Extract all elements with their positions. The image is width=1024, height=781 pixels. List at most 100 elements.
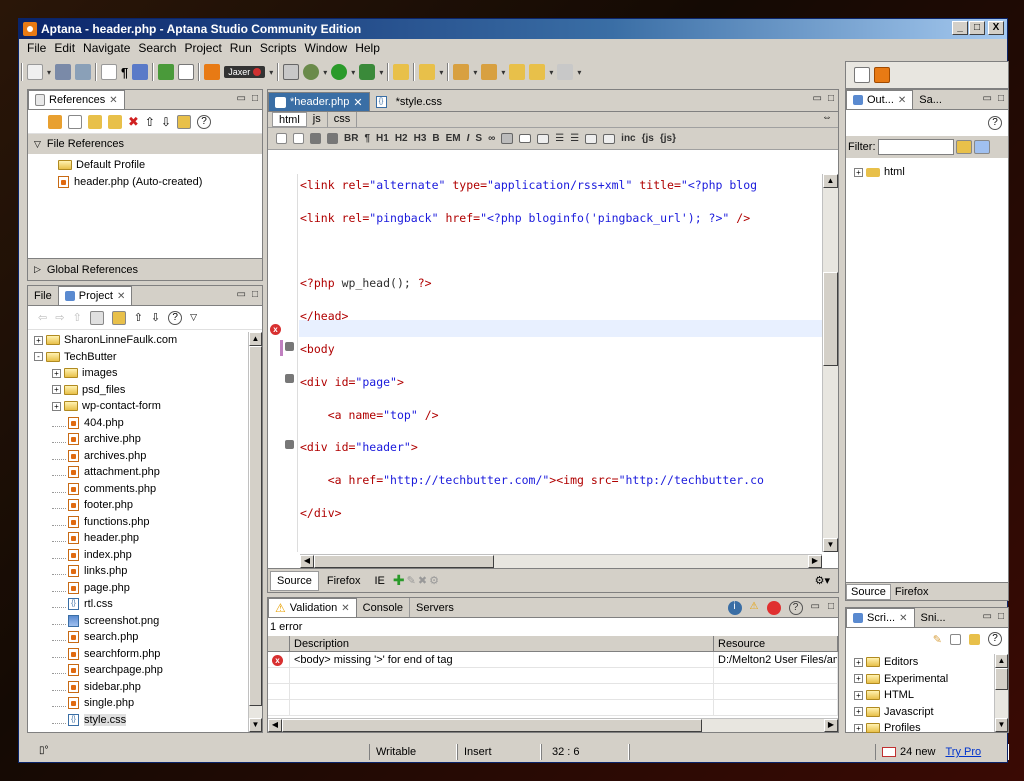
h2-button[interactable]: H2 xyxy=(395,133,408,144)
link-editor-icon[interactable] xyxy=(111,310,126,325)
grid-icon[interactable] xyxy=(132,64,149,80)
sync-icon[interactable]: ⇔ xyxy=(822,112,832,127)
menu-help[interactable]: Help xyxy=(351,41,384,55)
tree-file[interactable]: single.php xyxy=(34,695,246,712)
code-line[interactable]: <div id="page"> xyxy=(300,375,404,389)
tree-folder[interactable]: + Javascript xyxy=(854,704,992,721)
mail-icon[interactable] xyxy=(519,134,532,143)
menu-scripts[interactable]: Scripts xyxy=(256,41,301,55)
delete-icon[interactable]: ✖ xyxy=(128,114,139,130)
tab-outline[interactable]: Out... ✕ xyxy=(846,90,914,109)
code-editor[interactable]: <link rel="alternate" type="application/… xyxy=(300,174,822,552)
back-icon[interactable] xyxy=(509,64,526,80)
paragraph-button[interactable]: ¶ xyxy=(364,133,370,144)
maximize-button[interactable]: □ xyxy=(969,21,985,35)
minimize-view-icon[interactable]: ▭ xyxy=(983,611,992,622)
image-icon[interactable] xyxy=(501,133,514,144)
collapse-icon[interactable]: - xyxy=(34,352,43,362)
pilcrow-icon[interactable]: ¶ xyxy=(121,65,128,80)
minimize-view-icon[interactable]: ▭ xyxy=(237,289,246,300)
tab-samples[interactable]: Sa... xyxy=(913,90,948,109)
tree-file[interactable]: footer.php xyxy=(34,497,246,514)
tree-file[interactable]: header.php xyxy=(34,530,246,547)
editor-vscroll[interactable]: ▲ ▼ xyxy=(822,174,838,552)
close-tab-icon[interactable]: ✕ xyxy=(117,291,125,302)
global-references-header[interactable]: ▷ Global References xyxy=(28,258,262,280)
tree-file[interactable]: 404.php xyxy=(34,415,246,432)
tr-icon[interactable] xyxy=(603,133,616,144)
frame-icon[interactable] xyxy=(293,133,304,144)
prev-annotation-icon[interactable] xyxy=(481,64,498,80)
expand-icon[interactable]: + xyxy=(52,368,61,378)
js-icon[interactable]: {js xyxy=(642,133,654,144)
code-line[interactable]: <link rel="alternate" type="application/… xyxy=(300,178,757,192)
print-icon[interactable] xyxy=(75,64,92,80)
tab-file[interactable]: File xyxy=(28,286,58,305)
expand-icon[interactable]: + xyxy=(854,167,863,177)
list-item[interactable]: Default Profile xyxy=(76,159,145,171)
tab-firefox[interactable]: Firefox xyxy=(321,572,367,590)
tree-folder[interactable]: + psd_files xyxy=(34,382,246,399)
fold-icon[interactable] xyxy=(285,342,294,351)
validation-hscroll[interactable]: ◀ ▶ xyxy=(268,718,838,732)
save-icon[interactable] xyxy=(55,64,72,80)
help-icon[interactable]: ? xyxy=(168,310,183,325)
fast-view-icon[interactable]: ▯° xyxy=(39,745,49,756)
help-icon[interactable]: ? xyxy=(788,601,803,615)
maximize-view-icon[interactable]: □ xyxy=(252,289,258,300)
close-tab-icon[interactable]: ✕ xyxy=(109,95,117,106)
help-icon[interactable]: ? xyxy=(988,632,1002,646)
up-icon[interactable]: ⇧ xyxy=(72,311,81,324)
unordered-list-icon[interactable]: ☰ xyxy=(570,133,579,144)
warning-filter-icon[interactable]: ⚠ xyxy=(750,601,759,615)
tab-source[interactable]: Source xyxy=(846,583,891,600)
scripts-scrollbar[interactable]: ▲ ▼ xyxy=(994,654,1008,732)
tree-file[interactable]: archives.php xyxy=(34,448,246,465)
tab-console[interactable]: Console xyxy=(357,598,411,617)
italic-button[interactable]: I xyxy=(467,133,470,144)
forward-arrow-icon[interactable] xyxy=(557,64,574,80)
collapse-all-icon[interactable] xyxy=(950,633,961,645)
fold-icon[interactable] xyxy=(285,374,294,383)
jaxer-button[interactable]: Jaxer xyxy=(224,66,266,78)
open-type-icon[interactable] xyxy=(283,64,300,80)
td-icon[interactable] xyxy=(585,133,598,144)
tab-header-php[interactable]: *header.php ✕ xyxy=(268,92,370,111)
add-folder-icon[interactable] xyxy=(108,114,122,129)
error-marker-icon[interactable]: x xyxy=(270,324,281,335)
error-filter-icon[interactable] xyxy=(766,601,781,615)
tab-firefox[interactable]: Firefox xyxy=(891,585,933,599)
tree-file[interactable]: {} style.css xyxy=(34,712,246,729)
collapse-all-icon[interactable] xyxy=(89,310,104,325)
mail-icon[interactable] xyxy=(882,747,896,757)
project-scrollbar[interactable]: ▲ ▼ xyxy=(248,332,262,732)
tab-validation[interactable]: ⚠ Validation ✕ xyxy=(268,598,357,617)
outline-root[interactable]: html xyxy=(884,166,905,178)
br-button[interactable]: BR xyxy=(344,133,358,144)
add-file-icon[interactable] xyxy=(88,114,102,129)
close-tab-icon[interactable]: ✕ xyxy=(899,613,907,624)
tree-folder[interactable]: + Profiles xyxy=(854,720,992,737)
close-tab-icon[interactable]: ✕ xyxy=(353,96,362,109)
scroll-thumb[interactable] xyxy=(995,668,1008,690)
tree-file[interactable]: attachment.php xyxy=(34,464,246,481)
external-tools-icon[interactable] xyxy=(359,64,376,80)
minimize-view-icon[interactable]: ▭ xyxy=(813,93,822,104)
table-icon[interactable] xyxy=(310,133,321,144)
try-pro-link[interactable]: Try Pro xyxy=(945,744,981,760)
aptana-perspective-icon[interactable] xyxy=(874,67,890,83)
menu-project[interactable]: Project xyxy=(180,41,225,55)
pen-icon[interactable] xyxy=(393,64,410,80)
strike-button[interactable]: S xyxy=(475,133,482,144)
col-resource[interactable]: Resource xyxy=(714,636,838,651)
menu-edit[interactable]: Edit xyxy=(50,41,79,55)
scroll-right-icon[interactable]: ▶ xyxy=(808,555,822,568)
tab-references[interactable]: References ✕ xyxy=(28,90,125,109)
link-icon[interactable] xyxy=(177,114,192,129)
list-item-icon[interactable] xyxy=(537,133,550,144)
scroll-left-icon[interactable]: ◀ xyxy=(268,719,282,732)
em-button[interactable]: EM xyxy=(446,133,461,144)
code-line[interactable]: <link rel="pingback" href="<?php bloginf… xyxy=(300,211,750,225)
tree-file[interactable]: searchform.php xyxy=(34,646,246,663)
expand-icon[interactable]: + xyxy=(52,401,61,411)
